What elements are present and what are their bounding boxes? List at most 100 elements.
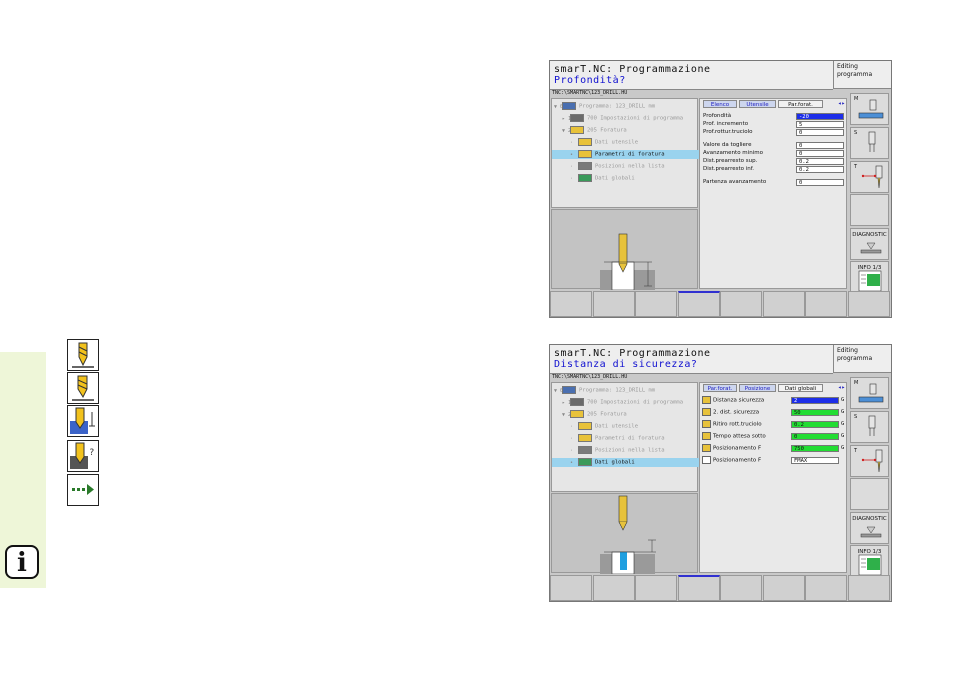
machine-axis-softkey[interactable]: M [850,377,889,409]
tree-item-label: 700 Impostazioni di programma [587,115,684,122]
parameter-form: Par.forat. Posizione Dati globali ◂▸ Distanz… [699,382,847,573]
tree-node-icon [570,114,584,122]
tab-bar: Elenco Utensile Par.forat. ◂▸ [700,99,846,109]
tree-item[interactable]: · Parametri di foratura [570,434,665,443]
spindle-softkey[interactable]: S [850,127,889,159]
field-label-text: 2. dist. sicurezza [713,409,760,416]
softkey[interactable] [677,575,720,601]
tree-expander-icon[interactable]: · [570,139,578,148]
softkey[interactable] [805,291,847,317]
softkey[interactable] [847,291,890,317]
tab-par-forat[interactable]: Par.forat. [703,384,737,392]
field-input[interactable]: 0 [796,179,844,186]
tab-dati-globali[interactable]: Dati globali [778,384,823,392]
softkey[interactable] [635,575,677,601]
tree-expander-icon[interactable]: ▼ 2 [562,411,571,420]
tab-posizione[interactable]: Posizione [739,384,776,392]
tree-item[interactable]: ▼ 0 Programma: 123_DRILL mm [554,386,655,395]
field-input[interactable]: 50 [791,409,839,416]
softkey[interactable] [720,291,762,317]
tree-expander-icon[interactable]: ▼ 0 [554,103,563,112]
tree-expander-icon[interactable]: · [570,423,578,432]
info-icon: i [5,545,39,579]
tree-node-icon [578,446,592,454]
tab-utensile[interactable]: Utensile [739,100,776,108]
field-input[interactable]: 0 [791,433,839,440]
tree-expander-icon[interactable]: ▼ 0 [554,387,563,396]
tree-item[interactable]: ▼ 2 205 Foratura [562,410,627,419]
softkey[interactable] [592,575,635,601]
field-input[interactable]: 0.2 [791,421,839,428]
spindle-softkey[interactable]: S [850,411,889,443]
diagnostic-softkey[interactable]: DIAGNOSTIC [850,512,889,544]
softkey[interactable] [635,291,677,317]
machine-axis-softkey[interactable]: M [850,93,889,125]
tree-item[interactable]: • Parametri di foratura [552,150,715,159]
softkey[interactable] [762,575,805,601]
tool-softkey[interactable]: T [850,445,889,477]
info-softkey[interactable]: INFO 1/3 [850,261,889,293]
field-label: Posizionamento F [702,444,761,452]
softkey[interactable] [720,575,762,601]
field-input[interactable]: 750 [791,445,839,452]
field-input[interactable]: 0 [796,150,844,157]
tree-node-icon [570,126,584,134]
field-input[interactable]: -20 [796,113,844,120]
softkey[interactable] [592,291,635,317]
field-label: Profondità [703,113,732,119]
tab-elenco[interactable]: Elenco [703,100,737,108]
tree-expander-icon[interactable]: • [570,459,578,468]
field-label: Posizionamento F [702,456,761,464]
tree-item[interactable]: · Dati utensile [570,422,638,431]
field-input[interactable]: FMAX [791,457,839,464]
global-flag: G [841,397,845,403]
tree-expander-icon[interactable]: · [570,175,578,184]
field-label: Distanza sicurezza [702,396,764,404]
file-path: TNC:\SMARTNC\123_DRILL.HU [552,90,628,96]
tab-scroll-icon[interactable]: ◂▸ [837,383,846,392]
softkey-label: M [854,96,859,102]
tree-item-label: Parametri di foratura [595,435,665,442]
tab-par-forat[interactable]: Par.forat. [778,100,823,108]
info-softkey[interactable]: INFO 1/3 [850,545,889,577]
tree-expander-icon[interactable]: ▸ 1 [562,115,571,124]
tree-expander-icon[interactable]: · [570,447,578,456]
tree-expander-icon[interactable]: ▸ 1 [562,399,571,408]
softkey[interactable] [805,575,847,601]
tree-expander-icon[interactable]: · [570,435,578,444]
softkey[interactable] [847,575,890,601]
tree-expander-icon[interactable]: • [570,151,578,160]
tree-node-icon [570,398,584,406]
field-input[interactable]: 2 [791,397,839,404]
tree-node-icon [578,162,592,170]
field-input[interactable]: 0 [796,129,844,136]
tool-softkey[interactable]: T [850,161,889,193]
empty-softkey[interactable] [850,478,889,510]
tree-node-icon [578,150,592,158]
program-tree: ▼ 0 Programma: 123_DRILL mm ▸ 1 700 Imposta… [551,98,715,208]
softkey[interactable] [550,575,592,601]
tree-expander-icon[interactable]: · [570,163,578,172]
diagnostic-softkey[interactable]: DIAGNOSTIC [850,228,889,260]
tree-item[interactable]: • Dati globali [552,458,715,467]
tree-expander-icon[interactable]: ▼ 2 [562,127,571,136]
tree-item[interactable]: · Posizioni nella lista [570,162,665,171]
tree-item[interactable]: · Dati globali [570,174,635,183]
global-flag: G [841,409,845,415]
empty-softkey[interactable] [850,194,889,226]
tree-item[interactable]: · Posizioni nella lista [570,446,665,455]
tree-item[interactable]: · Dati utensile [570,138,638,147]
tree-node-icon [562,386,576,394]
field-input[interactable]: 0.2 [796,166,844,173]
tab-scroll-icon[interactable]: ◂▸ [837,99,846,108]
tree-item[interactable]: ▼ 0 Programma: 123_DRILL mm [554,102,655,111]
softkey[interactable] [677,291,720,317]
field-input[interactable]: 5 [796,121,844,128]
tree-item[interactable]: ▸ 1 700 Impostazioni di programma [562,398,683,407]
softkey[interactable] [550,291,592,317]
field-input[interactable]: 0.2 [796,158,844,165]
softkey[interactable] [762,291,805,317]
field-input[interactable]: 0 [796,142,844,149]
tree-item[interactable]: ▼ 2 205 Foratura [562,126,627,135]
tree-item[interactable]: ▸ 1 700 Impostazioni di programma [562,114,683,123]
